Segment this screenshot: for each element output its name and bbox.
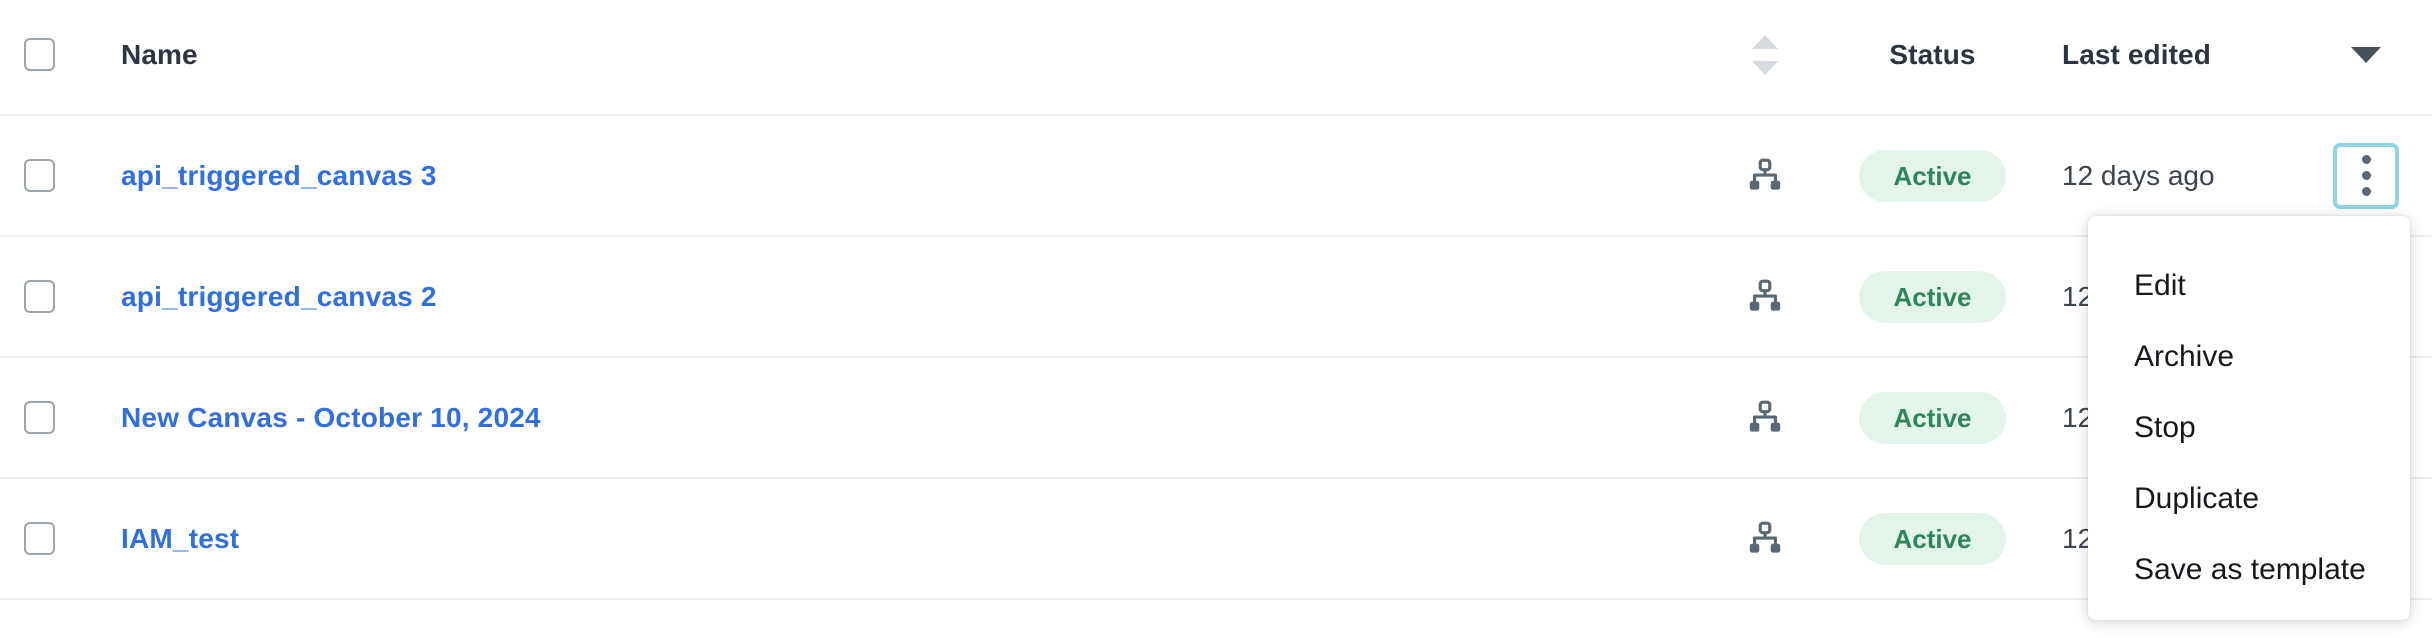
menu-item-save-as-template-label: Save as template [2134, 552, 2366, 586]
row-checkbox[interactable] [23, 280, 55, 313]
row-actions-cell [2300, 142, 2432, 209]
row-select-cell [0, 401, 78, 434]
org-chart-icon [1749, 158, 1781, 190]
column-header-last-edited-label: Last edited [2062, 38, 2211, 70]
column-header-status[interactable]: Status [1825, 39, 2040, 71]
menu-item-stop-label: Stop [2134, 410, 2196, 444]
row-checkbox[interactable] [23, 401, 55, 434]
table-row[interactable]: api_triggered_canvas 3 Active 12 days ag… [0, 116, 2432, 237]
sort-toggle-icon[interactable] [1752, 34, 1778, 75]
row-name-cell: New Canvas - October 10, 2024 [78, 402, 1705, 434]
canvas-table: Name Status Last edited api_triggered_ca… [0, 0, 2432, 638]
kebab-dot [2361, 171, 2371, 180]
column-header-name[interactable]: Name [78, 39, 1705, 71]
sort-descending-icon [1752, 60, 1778, 75]
row-type-cell [1705, 157, 1825, 195]
menu-item-duplicate-label: Duplicate [2134, 481, 2260, 515]
last-edited-sort-direction[interactable] [2300, 46, 2432, 63]
status-badge: Active [1859, 270, 2006, 323]
column-header-sort-toggle[interactable] [1705, 34, 1825, 75]
canvas-name-link[interactable]: api_triggered_canvas 2 [121, 281, 437, 313]
menu-item-edit[interactable]: Edit [2088, 250, 2410, 321]
row-name-cell: api_triggered_canvas 2 [78, 281, 1705, 313]
row-name-cell: api_triggered_canvas 3 [78, 160, 1705, 192]
org-chart-icon [1749, 521, 1781, 553]
row-context-menu: Edit Archive Stop Duplicate Save as temp… [2088, 216, 2410, 620]
column-header-last-edited[interactable]: Last edited [2040, 39, 2300, 71]
status-badge: Active [1859, 512, 2006, 565]
row-type-cell [1705, 278, 1825, 316]
row-status-cell: Active [1825, 270, 2040, 323]
canvas-name-link[interactable]: New Canvas - October 10, 2024 [121, 402, 541, 434]
kebab-dot [2361, 187, 2371, 196]
column-header-status-label: Status [1889, 38, 1976, 70]
menu-item-archive-label: Archive [2134, 339, 2235, 373]
row-select-cell [0, 280, 78, 313]
status-badge: Active [1859, 391, 2006, 444]
table-row[interactable]: api_triggered_canvas 2 Active 12 days ag… [0, 237, 2432, 358]
menu-item-stop[interactable]: Stop [2088, 392, 2410, 463]
row-select-cell [0, 522, 78, 555]
table-row[interactable]: New Canvas - October 10, 2024 Active 12 … [0, 358, 2432, 479]
row-checkbox[interactable] [23, 159, 55, 192]
select-all-cell [0, 38, 78, 71]
row-select-cell [0, 159, 78, 192]
row-last-edited-cell: 12 days ago [2040, 160, 2300, 192]
select-all-checkbox[interactable] [23, 38, 55, 71]
row-status-cell: Active [1825, 512, 2040, 565]
row-actions-menu-button[interactable] [2333, 142, 2399, 209]
canvas-name-link[interactable]: IAM_test [121, 523, 239, 555]
row-checkbox[interactable] [23, 522, 55, 555]
canvas-list-screen: Name Status Last edited api_triggered_ca… [0, 0, 2432, 638]
table-row[interactable]: IAM_test Active 12 days ago [0, 479, 2432, 600]
row-status-cell: Active [1825, 391, 2040, 444]
menu-item-edit-label: Edit [2134, 268, 2186, 302]
org-chart-icon [1749, 279, 1781, 311]
row-status-cell: Active [1825, 149, 2040, 202]
caret-down-icon[interactable] [2351, 46, 2381, 63]
kebab-dot [2361, 155, 2371, 164]
menu-item-save-as-template[interactable]: Save as template [2088, 534, 2410, 605]
table-header-row: Name Status Last edited [0, 0, 2432, 116]
row-type-cell [1705, 399, 1825, 437]
column-header-name-label: Name [121, 38, 198, 70]
sort-ascending-icon [1752, 34, 1778, 49]
row-type-cell [1705, 520, 1825, 558]
menu-item-archive[interactable]: Archive [2088, 321, 2410, 392]
menu-item-duplicate[interactable]: Duplicate [2088, 463, 2410, 534]
row-name-cell: IAM_test [78, 523, 1705, 555]
canvas-name-link[interactable]: api_triggered_canvas 3 [121, 160, 437, 192]
org-chart-icon [1749, 400, 1781, 432]
last-edited-text: 12 days ago [2062, 159, 2215, 191]
status-badge: Active [1859, 149, 2006, 202]
